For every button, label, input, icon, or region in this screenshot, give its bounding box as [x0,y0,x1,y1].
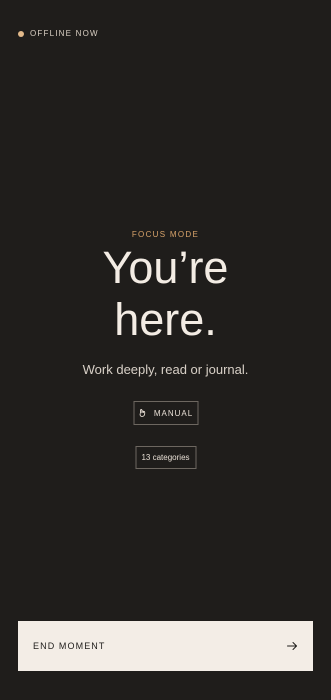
focus-subtitle: Work deeply, read or journal. [82,362,249,377]
hero-title-line2: here. [114,294,217,345]
status-dot [18,30,24,37]
hero-title: You’re here. [0,242,331,346]
arrow-right-icon [286,640,298,652]
manual-mode-label: MANUAL [153,408,194,418]
status-label: OFFLINE NOW [30,29,99,38]
hero-title-line1: You’re [102,242,229,293]
offline-status: OFFLINE NOW [18,29,99,38]
end-moment-label: END MOMENT [33,641,106,651]
categories-button[interactable]: 13 categories [135,446,196,469]
hand-icon [138,408,148,418]
categories-label: 13 categories [141,453,190,462]
end-moment-button[interactable]: END MOMENT [18,621,313,671]
manual-mode-button[interactable]: MANUAL [133,401,198,425]
focus-mode-label: FOCUS MODE [131,230,200,239]
